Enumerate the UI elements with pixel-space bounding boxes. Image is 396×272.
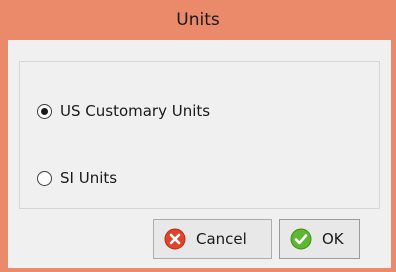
radio-button-unselected[interactable] (37, 170, 52, 186)
radio-label-us-customary: US Customary Units (60, 102, 211, 120)
radio-us-customary[interactable]: US Customary Units (37, 102, 210, 120)
units-dialog: Units US Customary Units SI Units Cancel (0, 0, 396, 272)
title-bar[interactable]: Units (0, 0, 396, 40)
ok-button[interactable]: OK (279, 219, 360, 259)
cancel-button[interactable]: Cancel (153, 219, 272, 259)
units-group: US Customary Units SI Units (19, 61, 380, 209)
ok-label: OK (322, 230, 344, 248)
radio-button-selected[interactable] (37, 103, 52, 119)
cancel-x-icon (164, 228, 186, 250)
checkmark-icon (290, 228, 312, 250)
dialog-body: US Customary Units SI Units Cancel OK (8, 40, 391, 268)
radio-si[interactable]: SI Units (37, 169, 117, 187)
radio-label-si: SI Units (60, 169, 118, 187)
cancel-label: Cancel (196, 230, 247, 248)
radio-dot (41, 107, 48, 115)
dialog-title: Units (176, 10, 220, 30)
